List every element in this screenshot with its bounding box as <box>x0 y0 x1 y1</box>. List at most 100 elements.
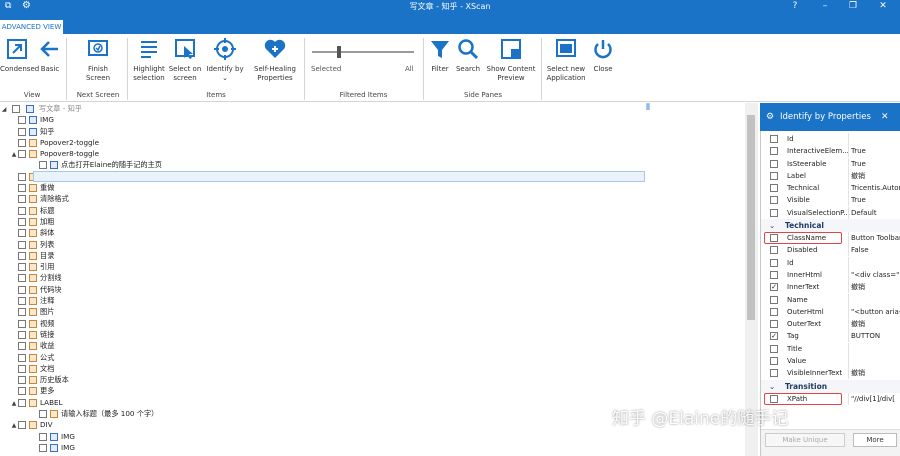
tree-row[interactable]: ▲ Popover8-toggle <box>0 148 745 159</box>
minimize-icon[interactable]: – <box>810 0 840 14</box>
panel-close-icon[interactable]: ✕ <box>881 103 889 131</box>
tree-row[interactable]: 清除格式 <box>0 193 745 204</box>
property-value[interactable]: "<button aria- <box>851 306 900 318</box>
tree-row[interactable]: 点击打开Elaine的随手记的主页 <box>0 159 745 170</box>
row-checkbox[interactable] <box>18 251 26 260</box>
row-checkbox[interactable] <box>18 217 26 226</box>
row-checkbox[interactable] <box>39 161 47 170</box>
tree-row[interactable]: 文档 <box>0 363 745 374</box>
tree-row[interactable]: 链接 <box>0 329 745 340</box>
tree-row[interactable]: 注释 <box>0 295 745 306</box>
property-checkbox[interactable] <box>770 208 778 217</box>
row-checkbox[interactable] <box>18 353 26 362</box>
tree-row[interactable]: 知乎 <box>0 126 745 137</box>
columns-icon[interactable]: ⦀ <box>646 103 650 114</box>
tree-row[interactable]: 更多 <box>0 385 745 396</box>
collapse-icon[interactable]: ▲ <box>10 398 18 409</box>
property-value[interactable]: 撤销 <box>851 170 865 182</box>
make-unique-button[interactable]: Make Unique <box>765 433 845 447</box>
row-checkbox[interactable] <box>18 342 26 351</box>
select-new-application-button[interactable]: Select new Application <box>544 37 588 83</box>
tree-row[interactable]: 收益 <box>0 340 745 351</box>
property-row[interactable]: Name <box>761 293 900 306</box>
row-checkbox[interactable] <box>18 274 26 283</box>
row-checkbox[interactable] <box>39 410 47 419</box>
tree-row[interactable]: IMG <box>0 114 745 125</box>
tree-root-row[interactable]: ◢ 写文章 - 知乎 ⦀ <box>0 103 745 114</box>
more-button[interactable]: More <box>853 433 897 447</box>
property-checkbox[interactable] <box>770 135 778 143</box>
row-checkbox[interactable] <box>18 195 26 204</box>
property-row[interactable]: ✓ InnerText 撤销 <box>761 281 900 294</box>
property-row[interactable]: Id <box>761 133 900 145</box>
property-value[interactable]: 撤销 <box>851 318 865 330</box>
property-value[interactable]: 撤销 <box>851 367 865 379</box>
property-value[interactable]: True <box>851 194 866 206</box>
property-row[interactable]: ClassName Button Toolbar <box>761 232 900 245</box>
property-checkbox[interactable] <box>770 171 778 180</box>
row-checkbox[interactable] <box>18 387 26 396</box>
row-checkbox[interactable] <box>18 421 26 430</box>
property-row[interactable]: Label 撤销 <box>761 169 900 182</box>
property-row[interactable]: InnerHtml "<div class=" <box>761 268 900 281</box>
property-section-header[interactable]: ⌄ Transition <box>761 379 900 393</box>
row-checkbox[interactable] <box>18 150 26 159</box>
collapse-icon[interactable]: ▲ <box>10 149 18 160</box>
tree-row[interactable]: IMG <box>0 442 745 453</box>
row-checkbox[interactable] <box>18 172 26 181</box>
row-checkbox[interactable] <box>39 443 47 452</box>
row-checkbox[interactable] <box>18 184 26 193</box>
property-row[interactable]: Visible True <box>761 194 900 207</box>
basic-button[interactable]: Basic <box>38 37 62 74</box>
filter-slider-thumb[interactable] <box>337 46 341 58</box>
property-checkbox[interactable] <box>770 344 778 353</box>
row-checkbox[interactable] <box>18 138 26 147</box>
property-value[interactable]: Default <box>851 207 877 219</box>
property-checkbox[interactable] <box>770 159 778 168</box>
select-on-screen-button[interactable]: Select on screen <box>168 37 202 83</box>
row-checkbox[interactable] <box>18 330 26 339</box>
property-checkbox[interactable] <box>770 307 778 316</box>
row-checkbox[interactable] <box>18 308 26 317</box>
tree-row[interactable]: 代码块 <box>0 284 745 295</box>
tree-row[interactable]: 重做 <box>0 182 745 193</box>
tree-row[interactable]: 公式 <box>0 352 745 363</box>
tree-row[interactable]: Popover2-toggle <box>0 137 745 148</box>
property-row[interactable]: OuterText 撤销 <box>761 318 900 331</box>
collapse-icon[interactable]: ▲ <box>10 420 18 431</box>
property-value[interactable]: BUTTON <box>851 330 880 342</box>
root-checkbox[interactable] <box>12 105 21 113</box>
property-value[interactable]: 撤销 <box>851 281 865 293</box>
property-row[interactable]: Value <box>761 355 900 368</box>
identify-by-button[interactable]: Identify by ⌄ <box>205 37 245 83</box>
collapse-icon[interactable]: ◢ <box>0 104 8 115</box>
property-row[interactable]: IsSteerable True <box>761 157 900 170</box>
tree-row[interactable]: 列表 <box>0 239 745 250</box>
self-healing-properties-button[interactable]: Self-Healing Properties <box>250 37 300 83</box>
property-checkbox[interactable] <box>770 295 778 304</box>
property-checkbox[interactable] <box>770 270 778 279</box>
tree-row[interactable]: 斜体 <box>0 227 745 238</box>
search-button[interactable]: Search <box>454 37 482 74</box>
row-checkbox[interactable] <box>18 127 26 136</box>
tree-row[interactable]: 分割线 <box>0 272 745 283</box>
tree-row[interactable]: 视频 <box>0 318 745 329</box>
property-row[interactable]: Id <box>761 256 900 269</box>
property-row[interactable]: VisualSelectionP... Default <box>761 206 900 219</box>
close-window-icon[interactable]: ✕ <box>868 0 898 14</box>
finish-screen-button[interactable]: Finish Screen <box>78 37 118 83</box>
row-checkbox[interactable] <box>18 229 26 238</box>
tree-row[interactable]: 图片 <box>0 306 745 317</box>
property-checkbox[interactable]: ✓ <box>770 332 778 341</box>
help-icon[interactable]: ? <box>780 0 810 14</box>
row-checkbox[interactable] <box>18 319 26 328</box>
row-checkbox[interactable] <box>18 376 26 385</box>
tree-row[interactable]: 标题 <box>0 205 745 216</box>
property-checkbox[interactable] <box>770 196 778 205</box>
row-checkbox[interactable] <box>18 240 26 249</box>
filter-button[interactable]: Filter <box>427 37 453 74</box>
tree-row[interactable]: 加粗 <box>0 216 745 227</box>
property-row[interactable]: InteractiveElem... True <box>761 145 900 158</box>
property-row[interactable]: Title <box>761 342 900 355</box>
property-checkbox[interactable] <box>770 320 778 329</box>
